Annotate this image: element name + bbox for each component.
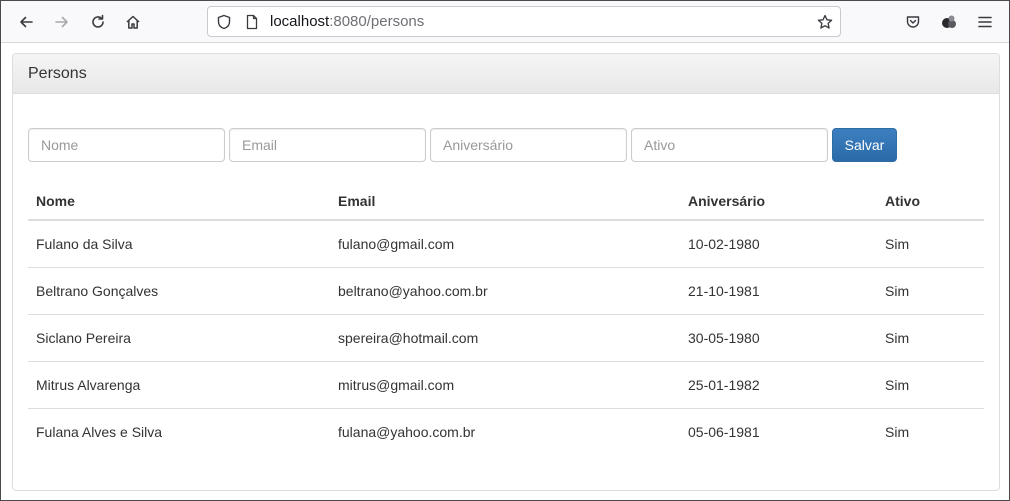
persons-panel: Persons Salvar Nome Email Aniversário At… (12, 53, 1000, 491)
persons-table: Nome Email Aniversário Ativo Fulano da S… (28, 183, 984, 455)
cell-ativo: Sim (877, 266, 984, 314)
forward-arrow-icon[interactable] (50, 10, 74, 34)
ativo-input[interactable] (631, 128, 828, 162)
cell-nome: Beltrano Gonçalves (28, 266, 330, 314)
aniversario-input[interactable] (430, 128, 627, 162)
cell-aniversario: 30-05-1980 (680, 313, 877, 361)
cell-email: spereira@hotmail.com (330, 313, 680, 361)
save-button[interactable]: Salvar (832, 128, 897, 162)
cell-email: fulano@gmail.com (338, 235, 455, 252)
url-text[interactable]: localhost:8080/persons (270, 13, 424, 31)
cell-nome: Fulana Alves e Silva (28, 407, 330, 455)
table-row: Mitrus Alvarenga mitrus@gmail.com 25-01-… (28, 360, 984, 408)
cell-nome: Mitrus Alvarenga (28, 360, 330, 408)
menu-icon[interactable] (973, 10, 997, 34)
back-arrow-icon[interactable] (14, 10, 38, 34)
email-input[interactable] (229, 128, 426, 162)
cell-nome: Fulano da Silva (36, 235, 133, 252)
cell-ativo: Sim (877, 407, 984, 455)
header-email: Email (330, 183, 680, 221)
url-host: localhost (270, 13, 330, 30)
browser-toolbar: localhost:8080/persons (1, 1, 1009, 43)
cell-ativo: Sim (885, 235, 910, 252)
nome-input[interactable] (28, 128, 225, 162)
header-ativo: Ativo (877, 183, 984, 221)
home-icon[interactable] (121, 10, 145, 34)
extension-icon[interactable] (937, 10, 961, 34)
cell-aniversario: 05-06-1981 (680, 407, 877, 455)
panel-title: Persons (13, 54, 999, 94)
shield-icon[interactable] (216, 14, 232, 30)
header-nome: Nome (28, 183, 330, 221)
cell-email: mitrus@gmail.com (330, 360, 680, 408)
cell-email: fulana@yahoo.com.br (330, 407, 680, 455)
url-bar[interactable]: localhost:8080/persons (207, 6, 841, 37)
url-path: :8080/persons (329, 13, 425, 30)
reload-icon[interactable] (86, 10, 110, 34)
cell-ativo: Sim (877, 360, 984, 408)
browser-window: localhost:8080/persons Persons Salvar (0, 0, 1010, 501)
table-header-row: Nome Email Aniversário Ativo (28, 183, 984, 221)
table-row: Fulano da Silva fulano@gmail.com 10-02-1… (28, 220, 984, 267)
cell-aniversario: 25-01-1982 (680, 360, 877, 408)
header-aniversario: Aniversário (680, 183, 877, 221)
table-row: Fulana Alves e Silva fulana@yahoo.com.br… (28, 407, 984, 455)
cell-nome: Siclano Pereira (28, 313, 330, 361)
pocket-icon[interactable] (901, 10, 925, 34)
cell-email: beltrano@yahoo.com.br (330, 266, 680, 314)
cell-aniversario: 21-10-1981 (680, 266, 877, 314)
cell-ativo: Sim (877, 313, 984, 361)
table-row: Beltrano Gonçalves beltrano@yahoo.com.br… (28, 266, 984, 314)
bookmark-star-icon[interactable] (817, 14, 833, 30)
page-icon (244, 14, 260, 30)
cell-aniversario: 10-02-1980 (688, 235, 760, 252)
table-row: Siclano Pereira spereira@hotmail.com 30-… (28, 313, 984, 361)
